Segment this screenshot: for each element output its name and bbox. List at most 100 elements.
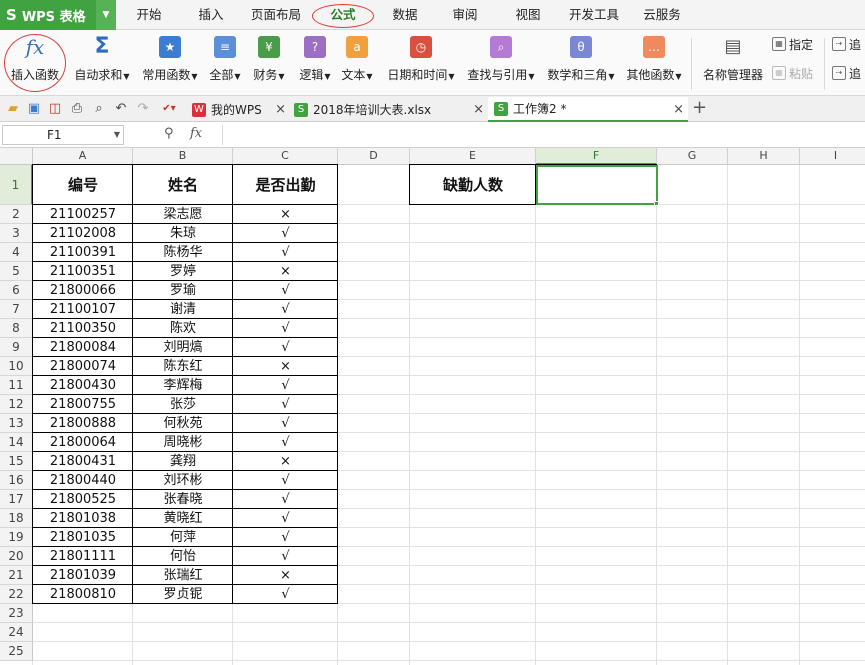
column-header-a[interactable]: A xyxy=(33,148,133,165)
row-header-14[interactable]: 14 xyxy=(0,433,33,452)
customize-toolbar-icon[interactable]: ✔▾ xyxy=(160,100,178,118)
row-header-4[interactable]: 4 xyxy=(0,243,33,262)
menu-tab-review[interactable]: 审阅 xyxy=(440,0,490,30)
math-trig-functions-button[interactable]: θ 数学和三角▼ xyxy=(542,30,620,96)
menu-tab-data[interactable]: 数据 xyxy=(380,0,430,30)
new-tab-plus-icon[interactable]: + xyxy=(692,98,707,118)
row-header-10[interactable]: 10 xyxy=(0,357,33,376)
row-header-1[interactable]: 1 xyxy=(0,165,33,205)
zoom-magnifier-icon[interactable]: ⚲ xyxy=(164,126,174,141)
table-cell[interactable]: 21800440 xyxy=(33,471,133,490)
table-cell[interactable]: 21100257 xyxy=(33,205,133,224)
financial-functions-button[interactable]: ¥ 财务▼ xyxy=(248,30,290,96)
save-icon[interactable]: ▣ xyxy=(25,100,43,118)
table-cell[interactable]: 21801038 xyxy=(33,509,133,528)
table-cell[interactable]: √ xyxy=(233,338,338,357)
table-cell[interactable]: √ xyxy=(233,376,338,395)
table-cell[interactable]: 张瑞红 xyxy=(133,566,233,585)
table-cell[interactable]: 21801035 xyxy=(33,528,133,547)
table-cell[interactable]: 梁志愿 xyxy=(133,205,233,224)
table-cell[interactable]: 21800074 xyxy=(33,357,133,376)
row-header-21[interactable]: 21 xyxy=(0,566,33,585)
table-cell[interactable]: 黄晓红 xyxy=(133,509,233,528)
close-icon[interactable]: × xyxy=(473,102,484,117)
menu-tab-home[interactable]: 开始 xyxy=(124,0,174,30)
print-icon[interactable]: ⎙ xyxy=(68,100,86,118)
row-header-15[interactable]: 15 xyxy=(0,452,33,471)
all-functions-button[interactable]: ≡ 全部▼ xyxy=(204,30,246,96)
tab-workbook2[interactable]: S 工作簿2 * × xyxy=(488,97,688,122)
logical-functions-button[interactable]: ? 逻辑▼ xyxy=(294,30,336,96)
redo-icon[interactable]: ↷ xyxy=(134,100,152,118)
table-cell[interactable]: × xyxy=(233,357,338,376)
autosum-button[interactable]: Σ 自动求和▼ xyxy=(70,30,134,96)
column-header-e[interactable]: E xyxy=(410,148,536,165)
row-header-20[interactable]: 20 xyxy=(0,547,33,566)
column-header-d[interactable]: D xyxy=(338,148,410,165)
row-header-5[interactable]: 5 xyxy=(0,262,33,281)
table-cell[interactable]: √ xyxy=(233,281,338,300)
row-header-17[interactable]: 17 xyxy=(0,490,33,509)
row-header-9[interactable]: 9 xyxy=(0,338,33,357)
row-header-11[interactable]: 11 xyxy=(0,376,33,395)
table-cell[interactable]: 何怡 xyxy=(133,547,233,566)
column-header-f[interactable]: F xyxy=(536,148,657,165)
chevron-down-icon[interactable]: ▼ xyxy=(96,0,116,30)
table-cell[interactable]: 陈欢 xyxy=(133,319,233,338)
print-preview-icon[interactable]: ⌕ xyxy=(90,100,108,118)
table-cell[interactable]: √ xyxy=(233,243,338,262)
export-pdf-icon[interactable]: ◫ xyxy=(46,100,64,118)
table-cell[interactable]: 21102008 xyxy=(33,224,133,243)
table-cell[interactable]: 21800064 xyxy=(33,433,133,452)
table-cell[interactable]: √ xyxy=(233,414,338,433)
date-time-functions-button[interactable]: ◷ 日期和时间▼ xyxy=(382,30,460,96)
select-all-corner[interactable] xyxy=(0,148,33,165)
row-header-8[interactable]: 8 xyxy=(0,319,33,338)
column-header-i[interactable]: I xyxy=(800,148,865,165)
table-cell[interactable]: √ xyxy=(233,509,338,528)
table-cell[interactable]: √ xyxy=(233,585,338,604)
table-cell[interactable]: 21800084 xyxy=(33,338,133,357)
table-cell[interactable]: √ xyxy=(233,433,338,452)
table-cell[interactable]: 21100351 xyxy=(33,262,133,281)
fx-icon[interactable]: fx xyxy=(190,126,202,141)
table-cell[interactable]: √ xyxy=(233,395,338,414)
row-header-22[interactable]: 22 xyxy=(0,585,33,604)
trace-dependents-button[interactable]: ⇢ 追 xyxy=(832,64,861,82)
table-cell[interactable]: 周晓彬 xyxy=(133,433,233,452)
common-functions-button[interactable]: ★ 常用函数▼ xyxy=(138,30,202,96)
table-header-cell[interactable]: 编号 xyxy=(33,165,133,205)
close-icon[interactable]: × xyxy=(673,102,684,117)
menu-tab-developer[interactable]: 开发工具 xyxy=(562,0,626,30)
menu-tab-view[interactable]: 视图 xyxy=(503,0,553,30)
close-icon[interactable]: × xyxy=(275,102,286,117)
table-cell[interactable]: 21801039 xyxy=(33,566,133,585)
table-cell[interactable]: 陈东红 xyxy=(133,357,233,376)
spreadsheet-grid[interactable]: A B C D E F G H I 1 2 3 4 5 6 7 8 9 10 11 12 13 14 15 16 17 18 19 20… xyxy=(0,148,865,665)
open-folder-icon[interactable]: ▰ xyxy=(4,100,22,118)
table-cell[interactable]: 刘环彬 xyxy=(133,471,233,490)
row-header-3[interactable]: 3 xyxy=(0,224,33,243)
other-functions-button[interactable]: … 其他函数▼ xyxy=(622,30,686,96)
menu-tab-cloud[interactable]: 云服务 xyxy=(634,0,690,30)
name-box[interactable]: F1 ▼ xyxy=(2,125,124,145)
table-header-cell[interactable]: 姓名 xyxy=(133,165,233,205)
table-cell[interactable]: √ xyxy=(233,547,338,566)
table-cell[interactable]: 21800810 xyxy=(33,585,133,604)
trace-precedents-button[interactable]: ⇢ 追 xyxy=(832,35,861,53)
row-header-24[interactable]: 24 xyxy=(0,623,33,642)
table-cell[interactable]: 谢清 xyxy=(133,300,233,319)
table-cell[interactable]: 21100107 xyxy=(33,300,133,319)
column-header-c[interactable]: C xyxy=(233,148,338,165)
table-cell[interactable]: √ xyxy=(233,319,338,338)
column-header-g[interactable]: G xyxy=(657,148,728,165)
table-cell[interactable]: 罗婷 xyxy=(133,262,233,281)
table-cell[interactable]: √ xyxy=(233,224,338,243)
table-cell[interactable]: 21800430 xyxy=(33,376,133,395)
table-cell[interactable]: 21800755 xyxy=(33,395,133,414)
formula-input[interactable] xyxy=(222,125,862,145)
table-cell[interactable]: 罗瑜 xyxy=(133,281,233,300)
table-cell[interactable]: √ xyxy=(233,471,338,490)
name-manager-button[interactable]: ▤ 名称管理器 xyxy=(700,30,766,96)
table-cell[interactable]: 何萍 xyxy=(133,528,233,547)
